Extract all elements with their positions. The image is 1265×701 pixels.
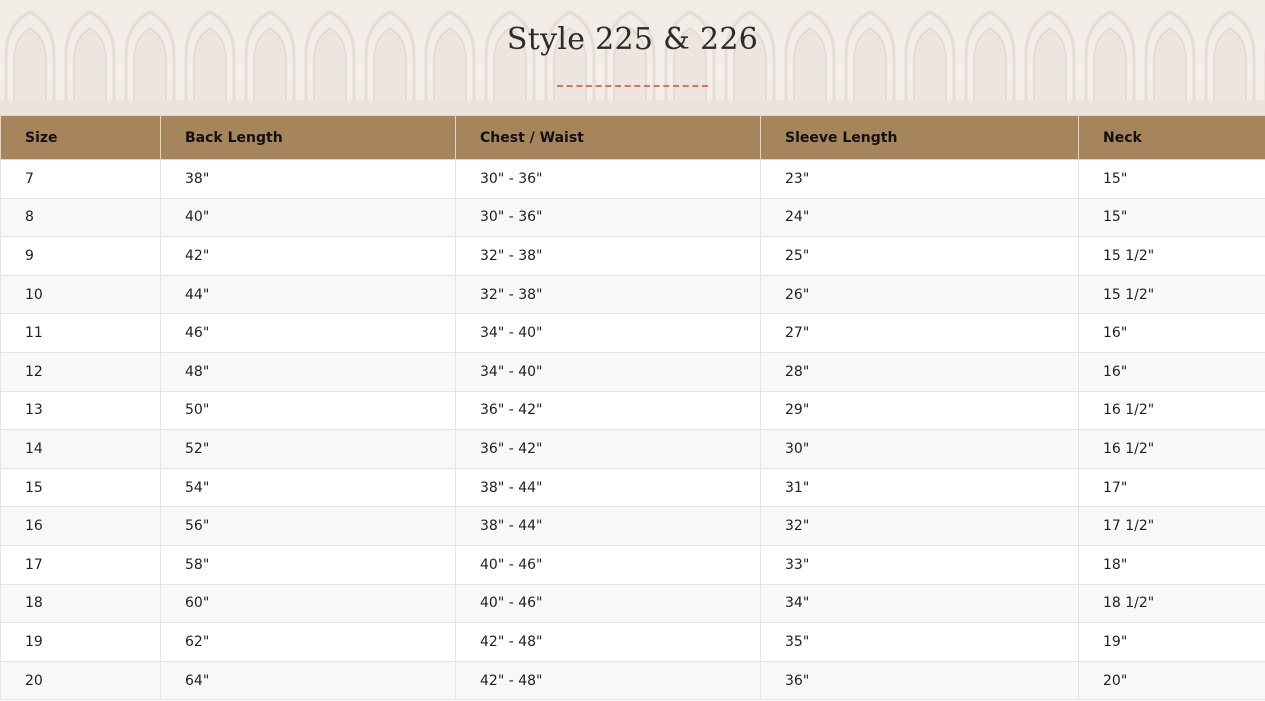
table-row: 10 44" 32" - 38" 26" 15 1/2" <box>0 274 1265 315</box>
cell-back-length: 42" <box>160 236 456 276</box>
cell-chest-waist: 32" - 38" <box>455 274 761 315</box>
table-row: 14 52" 36" - 42" 30" 16 1/2" <box>0 429 1265 469</box>
cell-neck: 15" <box>1078 159 1265 199</box>
cell-size: 7 <box>0 159 161 199</box>
cell-chest-waist: 36" - 42" <box>455 390 761 431</box>
cell-size: 14 <box>0 429 161 469</box>
cell-neck: 17 1/2" <box>1078 506 1265 546</box>
cell-back-length: 46" <box>160 313 456 353</box>
cell-sleeve-length: 34" <box>760 583 1079 624</box>
cell-neck: 20" <box>1078 660 1265 701</box>
table-header-row: Size Back Length Chest / Waist Sleeve Le… <box>0 115 1265 160</box>
cell-chest-waist: 38" - 44" <box>455 506 761 546</box>
table-row: 19 62" 42" - 48" 35" 19" <box>0 622 1265 662</box>
cell-size: 20 <box>0 660 161 701</box>
cell-back-length: 40" <box>160 197 456 238</box>
cell-neck: 18 1/2" <box>1078 583 1265 624</box>
cell-sleeve-length: 36" <box>760 660 1079 701</box>
cell-sleeve-length: 29" <box>760 390 1079 431</box>
cell-back-length: 54" <box>160 467 456 508</box>
cell-size: 13 <box>0 390 161 431</box>
table-row: 11 46" 34" - 40" 27" 16" <box>0 313 1265 353</box>
cell-back-length: 50" <box>160 390 456 431</box>
cell-neck: 16" <box>1078 313 1265 353</box>
cell-chest-waist: 42" - 48" <box>455 622 761 662</box>
cell-sleeve-length: 35" <box>760 622 1079 662</box>
cell-back-length: 58" <box>160 544 456 585</box>
cell-sleeve-length: 30" <box>760 429 1079 469</box>
cell-chest-waist: 30" - 36" <box>455 159 761 199</box>
cell-sleeve-length: 25" <box>760 236 1079 276</box>
page-title: Style 225 & 226 <box>506 22 759 57</box>
cell-back-length: 62" <box>160 622 456 662</box>
cell-neck: 16" <box>1078 351 1265 392</box>
column-header-chest-waist: Chest / Waist <box>455 115 761 160</box>
cell-sleeve-length: 28" <box>760 351 1079 392</box>
hero-banner: Style 225 & 226 <box>0 0 1265 115</box>
cell-sleeve-length: 31" <box>760 467 1079 508</box>
cell-chest-waist: 30" - 36" <box>455 197 761 238</box>
cell-sleeve-length: 32" <box>760 506 1079 546</box>
cell-neck: 16 1/2" <box>1078 390 1265 431</box>
cell-size: 10 <box>0 274 161 315</box>
cell-neck: 15 1/2" <box>1078 274 1265 315</box>
table-row: 20 64" 42" - 48" 36" 20" <box>0 660 1265 701</box>
column-header-sleeve-length: Sleeve Length <box>760 115 1079 160</box>
cell-chest-waist: 38" - 44" <box>455 467 761 508</box>
column-header-back-length: Back Length <box>160 115 456 160</box>
table-row: 17 58" 40" - 46" 33" 18" <box>0 544 1265 585</box>
cell-back-length: 48" <box>160 351 456 392</box>
cell-size: 18 <box>0 583 161 624</box>
cell-size: 15 <box>0 467 161 508</box>
cell-neck: 16 1/2" <box>1078 429 1265 469</box>
cell-size: 9 <box>0 236 161 276</box>
cell-sleeve-length: 26" <box>760 274 1079 315</box>
cell-chest-waist: 34" - 40" <box>455 351 761 392</box>
cell-chest-waist: 40" - 46" <box>455 583 761 624</box>
cell-size: 16 <box>0 506 161 546</box>
cell-neck: 18" <box>1078 544 1265 585</box>
table-body: 7 38" 30" - 36" 23" 15" 8 40" 30" - 36" 24" 15" 9 4… <box>0 159 1265 701</box>
cell-size: 17 <box>0 544 161 585</box>
table-row: 9 42" 32" - 38" 25" 15 1/2" <box>0 236 1265 276</box>
size-chart-table: Size Back Length Chest / Waist Sleeve Le… <box>0 115 1265 701</box>
cell-back-length: 38" <box>160 159 456 199</box>
cell-chest-waist: 34" - 40" <box>455 313 761 353</box>
cell-back-length: 60" <box>160 583 456 624</box>
cell-chest-waist: 32" - 38" <box>455 236 761 276</box>
cell-back-length: 44" <box>160 274 456 315</box>
cell-back-length: 52" <box>160 429 456 469</box>
cell-chest-waist: 40" - 46" <box>455 544 761 585</box>
cell-size: 8 <box>0 197 161 238</box>
cell-chest-waist: 42" - 48" <box>455 660 761 701</box>
cell-size: 19 <box>0 622 161 662</box>
gothic-arches-background <box>0 0 1265 115</box>
cell-neck: 15 1/2" <box>1078 236 1265 276</box>
cell-chest-waist: 36" - 42" <box>455 429 761 469</box>
cell-size: 12 <box>0 351 161 392</box>
column-header-size: Size <box>0 115 161 160</box>
cell-sleeve-length: 23" <box>760 159 1079 199</box>
cell-sleeve-length: 24" <box>760 197 1079 238</box>
cell-size: 11 <box>0 313 161 353</box>
title-divider <box>557 85 708 87</box>
table-row: 7 38" 30" - 36" 23" 15" <box>0 159 1265 199</box>
cell-neck: 19" <box>1078 622 1265 662</box>
table-row: 16 56" 38" - 44" 32" 17 1/2" <box>0 506 1265 546</box>
cell-neck: 17" <box>1078 467 1265 508</box>
cell-neck: 15" <box>1078 197 1265 238</box>
table-row: 15 54" 38" - 44" 31" 17" <box>0 467 1265 508</box>
column-header-neck: Neck <box>1078 115 1265 160</box>
cell-sleeve-length: 27" <box>760 313 1079 353</box>
cell-sleeve-length: 33" <box>760 544 1079 585</box>
cell-back-length: 64" <box>160 660 456 701</box>
table-row: 13 50" 36" - 42" 29" 16 1/2" <box>0 390 1265 431</box>
cell-back-length: 56" <box>160 506 456 546</box>
table-row: 12 48" 34" - 40" 28" 16" <box>0 351 1265 392</box>
table-row: 18 60" 40" - 46" 34" 18 1/2" <box>0 583 1265 624</box>
table-row: 8 40" 30" - 36" 24" 15" <box>0 197 1265 238</box>
